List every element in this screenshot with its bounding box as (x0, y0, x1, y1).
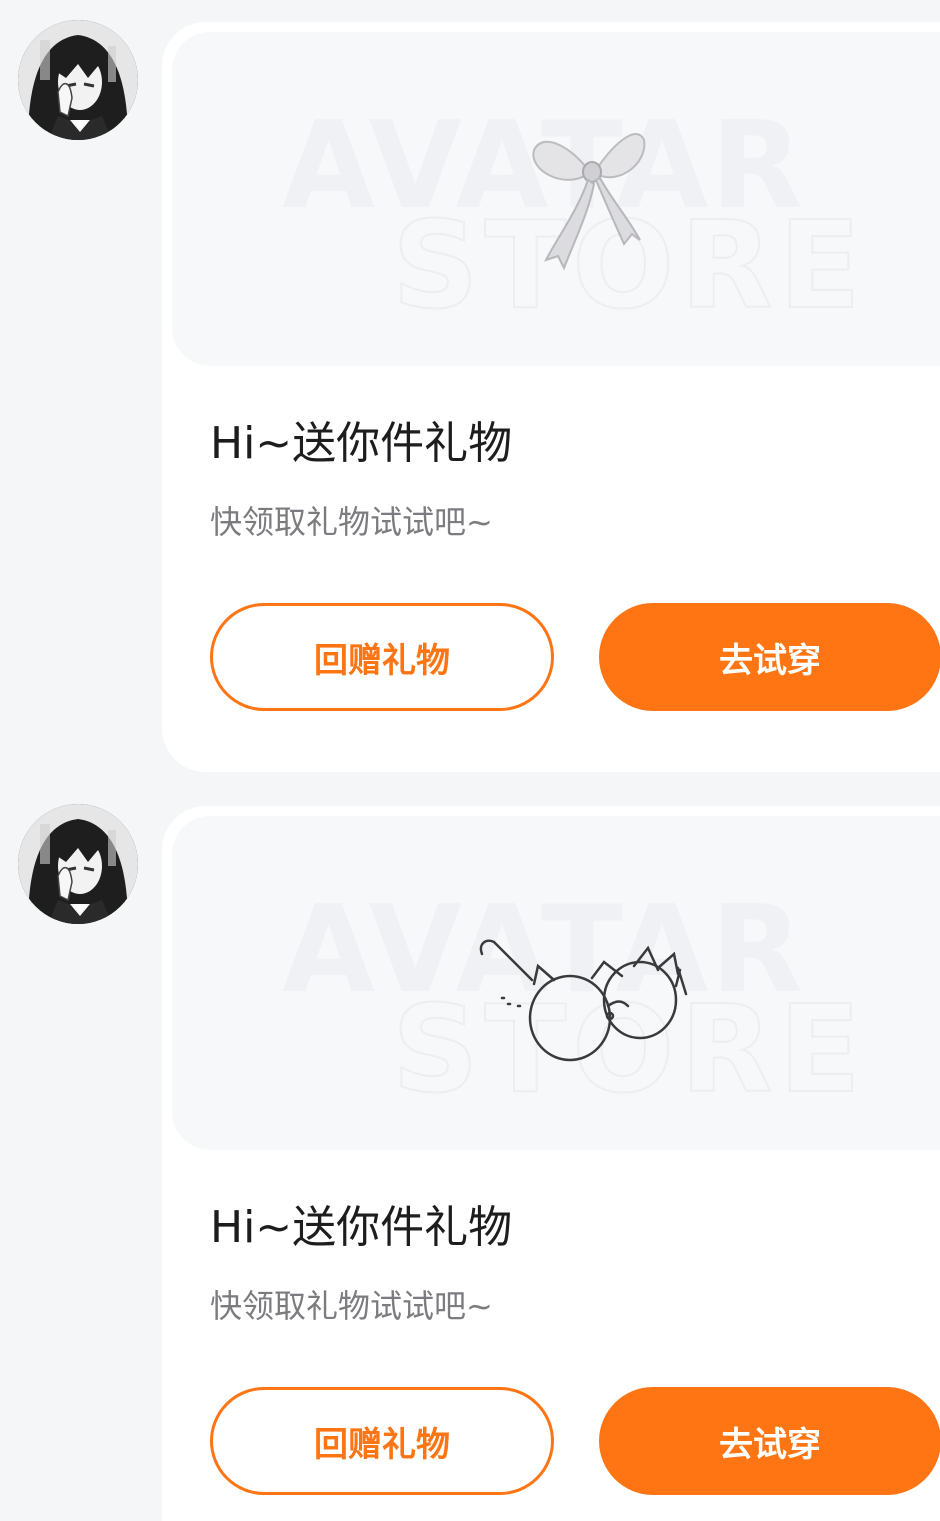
avatar-image (18, 804, 138, 924)
gift-preview[interactable]: AVATAR STORE (172, 32, 940, 366)
gift-preview[interactable]: AVATAR STORE (172, 816, 940, 1150)
avatar-image (18, 20, 138, 140)
gift-message: AVATAR STORE Hi~送你件礼物 快领取礼物试试吧~ 回赠礼物 去试穿 (0, 0, 940, 784)
gift-title: Hi~送你件礼物 (210, 1202, 513, 1253)
sender-avatar[interactable] (18, 20, 138, 140)
message-feed: AVATAR STORE Hi~送你件礼物 快领取礼物试试吧~ 回赠礼物 去试穿 (0, 0, 940, 1521)
watermark-store: STORE (392, 197, 867, 336)
try-on-button[interactable]: 去试穿 (599, 1387, 940, 1495)
gift-card: AVATAR STORE Hi~送你件礼物 快领取礼物试试吧~ 回赠礼物 去试穿 (162, 22, 940, 772)
gift-subtitle: 快领取礼物试试吧~ (210, 503, 493, 541)
gift-subtitle: 快领取礼物试试吧~ (210, 1287, 493, 1325)
sender-avatar[interactable] (18, 804, 138, 924)
return-gift-button[interactable]: 回赠礼物 (210, 1387, 554, 1495)
watermark-store: STORE (392, 981, 867, 1120)
gift-card: AVATAR STORE Hi~送你件礼物 快领取礼物试试吧~ 回赠礼物 去试穿 (162, 806, 940, 1521)
return-gift-button[interactable]: 回赠礼物 (210, 603, 554, 711)
try-on-button[interactable]: 去试穿 (599, 603, 940, 711)
gift-message: AVATAR STORE Hi~送你件礼物 快领取礼物试试吧~ 回赠礼物 去试穿 (0, 784, 940, 1521)
gift-title: Hi~送你件礼物 (210, 418, 513, 469)
